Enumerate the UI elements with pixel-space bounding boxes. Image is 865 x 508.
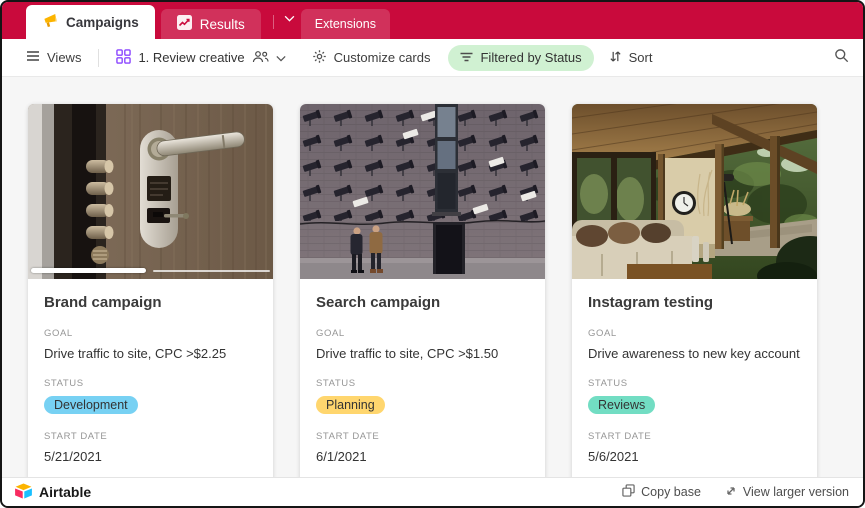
card-image	[28, 104, 273, 279]
copy-icon	[622, 484, 635, 500]
view-larger-link[interactable]: View larger version	[725, 485, 849, 500]
gear-icon	[312, 49, 327, 67]
gallery-view: Brand campaign GOAL Drive traffic to sit…	[2, 77, 863, 477]
menu-icon	[26, 50, 40, 65]
airtable-logo	[14, 482, 33, 502]
toolbar-divider	[98, 48, 100, 67]
airtable-embed-window: Campaigns Results Extensions Views 1. Re…	[0, 0, 865, 508]
collaborators-icon	[252, 50, 269, 66]
chart-icon	[176, 15, 192, 33]
filter-icon	[460, 50, 473, 65]
view-switcher[interactable]: 1. Review creative	[116, 48, 286, 67]
field-label-start-date: START DATE	[588, 431, 652, 442]
view-toolbar: Views 1. Review creative Customize cards	[2, 39, 863, 77]
views-button[interactable]: Views	[26, 50, 81, 65]
embed-footer: Airtable Copy base View larger version	[2, 477, 863, 506]
field-value-goal: Drive traffic to site, CPC >$1.50	[316, 346, 499, 361]
chevron-down-icon	[276, 50, 286, 65]
status-badge: Planning	[316, 396, 385, 414]
field-label-goal: GOAL	[316, 328, 345, 339]
extensions-button[interactable]: Extensions	[300, 9, 390, 39]
status-badge: Development	[44, 396, 138, 414]
scrollbar-thumb[interactable]	[31, 268, 146, 273]
status-badge: Reviews	[588, 396, 656, 414]
card-title: Instagram testing	[588, 294, 714, 311]
tab-campaigns[interactable]: Campaigns	[26, 5, 155, 39]
field-label-start-date: START DATE	[316, 431, 380, 442]
field-label-status: STATUS	[588, 378, 628, 389]
door-lock-photo	[28, 104, 273, 279]
view-name: 1. Review creative	[138, 50, 245, 65]
copy-base-button[interactable]: Copy base	[622, 484, 701, 500]
field-value-start-date: 6/1/2021	[316, 449, 367, 464]
sort-button[interactable]: Sort	[609, 50, 652, 66]
security-camera-wall-photo	[300, 104, 545, 279]
customize-cards-button[interactable]: Customize cards	[312, 49, 430, 67]
field-label-status: STATUS	[316, 378, 356, 389]
field-label-status: STATUS	[44, 378, 84, 389]
field-label-start-date: START DATE	[44, 431, 108, 442]
brand-label: Airtable	[39, 484, 92, 500]
chevron-down-icon[interactable]	[284, 9, 295, 27]
gallery-grid-icon	[116, 48, 132, 67]
porch-lounge-photo	[572, 104, 817, 279]
tab-results[interactable]: Results	[160, 9, 261, 39]
field-value-goal: Drive traffic to site, CPC >$2.25	[44, 346, 227, 361]
field-value-goal: Drive awareness to new key account...	[588, 346, 801, 361]
filtered-by-status-button[interactable]: Filtered by Status	[448, 44, 594, 71]
card-title: Brand campaign	[44, 294, 162, 311]
airtable-brand-link[interactable]: Airtable	[14, 482, 92, 502]
tab-label: Results	[199, 16, 245, 32]
sort-icon	[609, 50, 622, 66]
search-icon	[834, 48, 849, 68]
top-bar: Campaigns Results Extensions	[2, 2, 863, 39]
field-label-goal: GOAL	[588, 328, 617, 339]
search-button[interactable]	[834, 48, 849, 68]
record-card-instagram-testing[interactable]: Instagram testing GOAL Drive awareness t…	[572, 104, 817, 477]
expand-icon	[725, 485, 737, 500]
record-card-search-campaign[interactable]: Search campaign GOAL Drive traffic to si…	[300, 104, 545, 477]
megaphone-icon	[42, 13, 58, 31]
record-card-brand-campaign[interactable]: Brand campaign GOAL Drive traffic to sit…	[28, 104, 273, 477]
scrollbar-track	[152, 269, 270, 272]
card-image	[300, 104, 545, 279]
field-value-start-date: 5/21/2021	[44, 449, 102, 464]
tab-label: Campaigns	[66, 14, 139, 30]
card-image	[572, 104, 817, 279]
tab-separator	[272, 15, 274, 29]
field-label-goal: GOAL	[44, 328, 73, 339]
card-title: Search campaign	[316, 294, 441, 311]
field-value-start-date: 5/6/2021	[588, 449, 639, 464]
horizontal-scrollbar	[31, 268, 270, 273]
